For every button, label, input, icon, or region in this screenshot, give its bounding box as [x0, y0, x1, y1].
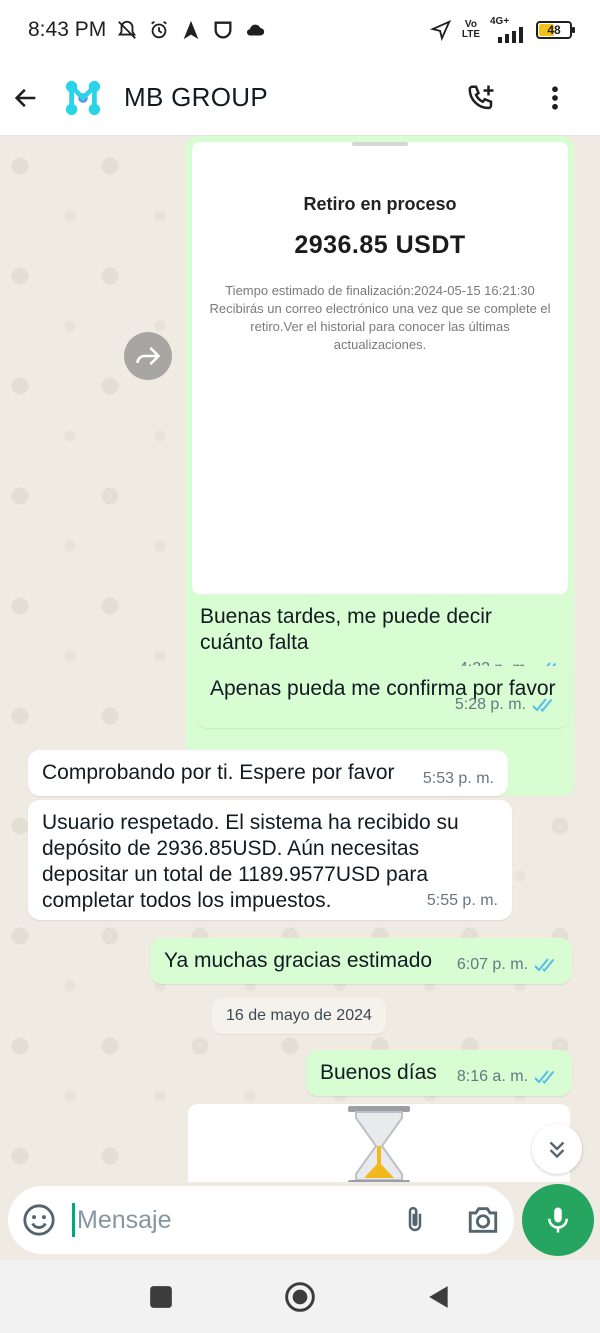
shield-app-icon — [214, 21, 232, 39]
muted-notifications-icon — [118, 20, 137, 39]
forward-button[interactable] — [124, 332, 172, 380]
message-meta: 6:07 p. m. — [457, 952, 558, 978]
message-text: Comprobando por ti. Espere por favor — [42, 761, 395, 784]
forward-icon — [136, 346, 161, 366]
read-ticks-icon — [532, 698, 553, 712]
message-bubble[interactable]: Usuario respetado. El sistema ha recibid… — [28, 800, 512, 920]
message-meta: 5:28 p. m. — [455, 692, 556, 718]
message-input[interactable]: Mensaje — [72, 1203, 392, 1237]
message-text: Buenos días — [320, 1061, 437, 1084]
message-time: 5:53 p. m. — [422, 770, 494, 787]
voice-message-button[interactable] — [522, 1184, 594, 1256]
withdrawal-amount: 2936.85 USDT — [294, 231, 466, 259]
image-message-preview[interactable] — [188, 1104, 570, 1182]
date-separator: 16 de mayo de 2024 — [212, 998, 386, 1034]
message-bubble[interactable]: Apenas pueda me confirma por favor 5:28 … — [196, 666, 570, 728]
navigation-arrow-icon — [183, 20, 199, 40]
microphone-icon — [548, 1207, 568, 1233]
message-bubble[interactable]: Ya muchas gracias estimado 6:07 p. m. — [150, 938, 572, 984]
status-time: 8:43 PM — [28, 18, 107, 41]
chat-area[interactable]: Retiro en proceso 2936.85 USDT Tiempo es… — [0, 136, 600, 1182]
message-text: Usuario respetado. El sistema ha recibid… — [42, 811, 459, 912]
camera-icon[interactable] — [466, 1203, 500, 1237]
attachment-icon[interactable] — [400, 1205, 430, 1235]
message-bubble[interactable]: Comprobando por ti. Espere por favor 5:5… — [28, 750, 508, 796]
message-input-container: Mensaje — [8, 1186, 514, 1254]
emoji-icon[interactable] — [22, 1203, 56, 1237]
compose-bar: Mensaje — [0, 1182, 600, 1260]
message-meta: 8:16 a. m. — [457, 1064, 558, 1090]
network-type: 4G+ — [490, 16, 510, 27]
image-caption: Buenas tardes, me puede decir cuánto fal… — [200, 605, 492, 654]
signal-group: 4G+ — [490, 17, 526, 43]
back-arrow-icon[interactable] — [12, 84, 40, 112]
withdrawal-details: Tiempo estimado de finalización:2024-05-… — [208, 282, 552, 354]
withdrawal-note: Recibirás un correo electrónico una vez … — [209, 301, 551, 352]
battery-level: 48 — [547, 23, 561, 37]
withdrawal-screenshot[interactable]: Retiro en proceso 2936.85 USDT Tiempo es… — [192, 142, 568, 594]
system-navigation-bar — [0, 1260, 600, 1333]
sheet-handle — [352, 142, 408, 146]
message-meta: 5:53 p. m. — [423, 766, 494, 792]
message-time: 5:28 p. m. — [454, 696, 526, 713]
message-bubble[interactable]: Buenos días 8:16 a. m. — [306, 1050, 572, 1096]
message-time: 6:07 p. m. — [456, 956, 528, 973]
alarm-icon — [151, 20, 168, 39]
battery-indicator: 48 — [536, 21, 575, 39]
chat-title[interactable]: MB GROUP — [124, 82, 268, 113]
withdrawal-eta: Tiempo estimado de finalización:2024-05-… — [225, 283, 535, 298]
home-icon[interactable] — [284, 1281, 316, 1313]
status-bar: 8:43 PM Vo LTE 4G+ 48 — [0, 0, 600, 60]
cloud-icon — [247, 24, 265, 36]
read-ticks-icon — [534, 1070, 555, 1084]
chat-header: MB GROUP — [0, 60, 600, 136]
message-text: Ya muchas gracias estimado — [164, 949, 433, 972]
message-meta: 5:55 p. m. — [427, 888, 498, 914]
recent-apps-icon[interactable] — [148, 1284, 174, 1310]
more-options-icon[interactable] — [540, 83, 570, 113]
message-time: 5:55 p. m. — [426, 892, 498, 909]
signal-strength-icon — [498, 27, 523, 43]
volte-label-lte: LTE — [461, 29, 480, 40]
hourglass-icon — [348, 1106, 410, 1182]
status-left: 8:43 PM — [28, 18, 266, 42]
location-icon — [429, 19, 451, 41]
mb-logo-icon[interactable] — [64, 79, 102, 117]
scroll-to-bottom-button[interactable] — [532, 1124, 582, 1174]
withdrawal-title: Retiro en proceso — [303, 194, 457, 214]
back-nav-icon[interactable] — [426, 1284, 452, 1310]
header-actions — [466, 83, 588, 113]
add-call-icon[interactable] — [466, 83, 496, 113]
read-ticks-icon — [534, 958, 555, 972]
volte-indicator: Vo LTE — [462, 20, 480, 40]
message-time: 8:16 a. m. — [456, 1068, 528, 1085]
double-chevron-down-icon — [549, 1141, 565, 1159]
status-right: Vo LTE 4G+ 48 — [429, 17, 575, 43]
